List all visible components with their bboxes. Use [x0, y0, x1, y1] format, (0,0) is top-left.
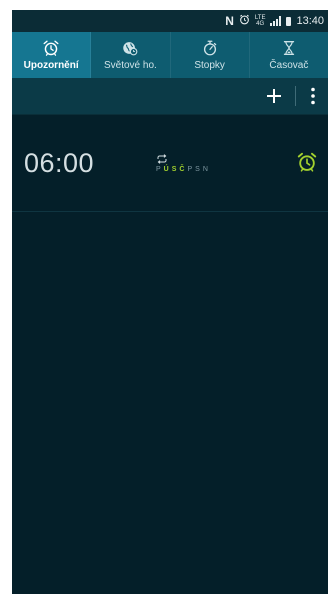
repeat-icon: [157, 153, 167, 164]
signal-icon: [270, 16, 282, 26]
toolbar-divider: [295, 86, 296, 106]
day-thursday: Č: [179, 165, 185, 173]
status-bar: N LTE 4G 13:40: [12, 10, 328, 32]
hourglass-icon: [283, 41, 295, 55]
clock-app-screen: N LTE 4G 13:40 Upozornění Světové ho. St…: [12, 10, 328, 594]
battery-icon: [286, 16, 292, 26]
tab-world-clock-label: Světové ho.: [103, 60, 157, 71]
more-vertical-icon: [311, 87, 315, 105]
network-sub: 4G: [256, 21, 265, 27]
day-saturday: S: [195, 165, 200, 173]
tab-timer[interactable]: Časovač: [250, 32, 328, 78]
action-toolbar: [12, 78, 328, 115]
lte-icon: LTE 4G: [255, 15, 266, 27]
plus-icon: [267, 89, 281, 103]
tab-stopwatch[interactable]: Stopky: [171, 32, 250, 78]
alarm-clock-icon: [43, 40, 59, 56]
alarm-repeat-days: P Ú S Č P S N: [156, 153, 208, 173]
tab-alarm-label: Upozornění: [23, 60, 79, 71]
day-monday: P: [156, 165, 161, 173]
weekday-letters: P Ú S Č P S N: [156, 166, 208, 173]
day-friday: P: [187, 165, 193, 173]
n-icon: N: [225, 13, 234, 28]
tab-stopwatch-label: Stopky: [194, 60, 225, 71]
globe-clock-icon: [123, 42, 138, 56]
alarm-clock-icon: [297, 152, 317, 172]
alarm-status-icon: [239, 14, 250, 28]
alarm-time: 06:00: [24, 147, 95, 178]
tab-bar: Upozornění Světové ho. Stopky Časovač: [12, 32, 328, 78]
day-sunday: N: [202, 165, 208, 173]
more-options-button[interactable]: [306, 81, 320, 111]
day-wednesday: S: [171, 165, 177, 173]
stopwatch-icon: [203, 40, 216, 56]
tab-world-clock[interactable]: Světové ho.: [91, 32, 171, 78]
status-time: 13:40: [296, 15, 324, 27]
alarm-toggle-button[interactable]: [296, 151, 318, 173]
day-tuesday: Ú: [163, 165, 169, 173]
tab-timer-label: Časovač: [269, 60, 309, 71]
alarm-item[interactable]: 06:00 P Ú S Č P S N: [12, 115, 328, 212]
tab-alarm[interactable]: Upozornění: [12, 32, 92, 78]
add-alarm-button[interactable]: [259, 81, 289, 111]
